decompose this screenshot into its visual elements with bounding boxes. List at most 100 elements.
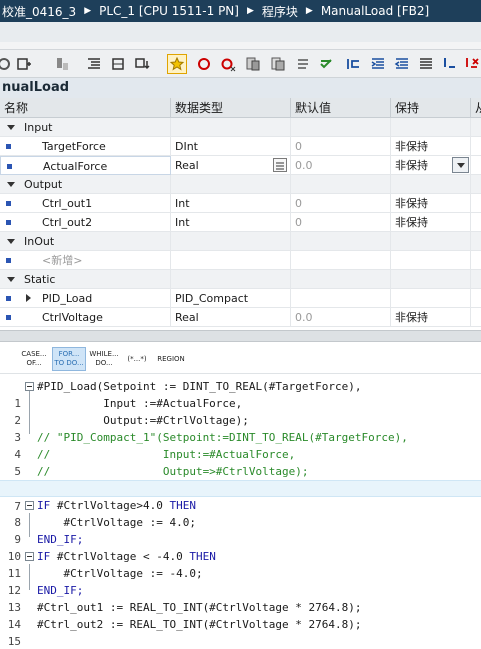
code-line[interactable]: 5 // Input:=#ActualForce, [0,446,481,478]
default-value-cell[interactable]: 0 [291,213,391,232]
code-line-current[interactable]: 7 [0,480,481,513]
breadcrumb-block[interactable]: ManualLoad [FB2] [319,4,431,18]
data-type-cell[interactable]: Real [171,308,291,327]
fold-box-icon[interactable] [25,382,34,391]
table-row-ctrl-out2[interactable]: Ctrl_out2 Int 0 非保持 [0,213,481,232]
for-to-do-button[interactable]: FOR... TO DO... [52,347,86,371]
comment-out-icon[interactable] [440,54,460,74]
table-row-actualforce[interactable]: ActualForce Real 0.0 非保持 [0,156,481,175]
data-type-cell[interactable]: Int [171,213,291,232]
column-header-data-type[interactable]: 数据类型 [171,98,291,118]
insert-row-icon[interactable] [108,54,128,74]
table-row-pid-load[interactable]: PID_Load PID_Compact [0,289,481,308]
name-cell[interactable]: <新增> [0,251,171,270]
code-line[interactable]: 8 IF #CtrlVoltage>4.0 THEN [0,497,481,529]
ellipsis-icon[interactable] [273,158,287,172]
add-breakpoint-icon[interactable] [194,54,214,74]
default-value-cell[interactable]: 0 [291,137,391,156]
table-row-add-new[interactable]: <新增> [0,251,481,270]
fold-box-icon[interactable] [25,501,34,510]
insert-network-icon[interactable] [14,54,34,74]
data-type-cell[interactable]: Int [171,194,291,213]
code-line[interactable]: 11 IF #CtrlVoltage < -4.0 THEN [0,548,481,580]
list-check-icon[interactable] [294,54,314,74]
code-line[interactable]: 12 #CtrlVoltage := -4.0; [0,565,481,597]
fold-box-icon[interactable] [25,552,34,561]
region-button[interactable]: REGION [154,347,188,371]
code-line[interactable]: 16 [0,633,481,649]
code-line[interactable]: 9 #CtrlVoltage := 4.0; [0,514,481,546]
copy-icon[interactable] [268,54,288,74]
code-line[interactable]: 15 #Ctrl_out2 := REAL_TO_INT(#CtrlVoltag… [0,616,481,648]
name-cell[interactable]: Ctrl_out2 [0,213,171,232]
compare-icon[interactable] [243,54,263,74]
data-type-cell[interactable]: DInt [171,137,291,156]
collapse-icon[interactable] [7,277,15,282]
column-header-default-value[interactable]: 默认值 [291,98,391,118]
indent-list-icon[interactable] [84,54,104,74]
retain-cell[interactable]: 非保持 [391,308,471,327]
breadcrumb-program-blocks[interactable]: 程序块 [260,3,300,20]
dropdown-icon[interactable] [452,157,469,173]
favorite-instruction-icon[interactable] [167,54,187,74]
expand-icon[interactable] [26,294,31,302]
collapse-icon[interactable] [7,125,15,130]
go-to-start-icon[interactable] [343,54,363,74]
empty-cell [291,270,391,289]
indent-icon[interactable] [368,54,388,74]
section-row-inout[interactable]: InOut [0,232,481,251]
code-line[interactable]: 14 #Ctrl_out1 := REAL_TO_INT(#CtrlVoltag… [0,599,481,631]
data-type-cell[interactable]: Real [171,156,291,175]
table-row-targetforce[interactable]: TargetForce DInt 0 非保持 [0,137,481,156]
variable-name: PID_Load [42,292,93,305]
data-type-cell[interactable]: PID_Compact [171,289,291,308]
retain-cell[interactable]: 非保持 [391,213,471,232]
column-header-name[interactable]: 名称 [0,98,171,118]
section-row-output[interactable]: Output [0,175,481,194]
variable-name: CtrlVoltage [42,311,103,324]
code-line[interactable]: 4 // "PID_Compact_1"(Setpoint:=DINT_TO_R… [0,429,481,461]
code-line[interactable]: 6 // Output=>#CtrlVoltage); [0,463,481,495]
code-line[interactable]: 13 END_IF; [0,582,481,614]
name-cell[interactable]: ActualForce [0,156,171,175]
code-line[interactable]: 10 END_IF; [0,531,481,563]
code-text: Output:=#CtrlVoltage); [37,414,249,427]
collapse-icon[interactable] [7,182,15,187]
name-cell[interactable]: PID_Load [0,289,171,308]
name-cell[interactable]: CtrlVoltage [0,308,171,327]
outdent-icon[interactable] [392,54,412,74]
name-cell[interactable]: Ctrl_out1 [0,194,171,213]
retain-cell[interactable]: 非保持 [391,194,471,213]
breadcrumb-project[interactable]: 校准_0416_3 [0,3,78,20]
check-icon[interactable] [316,54,336,74]
table-row-ctrl-out1[interactable]: Ctrl_out1 Int 0 非保持 [0,194,481,213]
retain-cell[interactable]: 非保持 [391,137,471,156]
uncomment-icon[interactable] [462,54,481,74]
code-line[interactable]: 2 Input :=#ActualForce, [0,395,481,427]
comment-block-button[interactable]: (*...*) [123,347,151,371]
table-row-ctrlvoltage[interactable]: CtrlVoltage Real 0.0 非保持 [0,308,481,327]
monitor-icon[interactable] [52,54,72,74]
while-do-button[interactable]: WHILE... DO... [88,347,120,371]
pane-splitter[interactable] [0,330,481,342]
delete-breakpoint-icon[interactable] [218,54,238,74]
settings-icon[interactable] [0,54,14,74]
case-of-button[interactable]: CASE... OF... [18,347,50,371]
code-line[interactable]: 1 #PID_Load(Setpoint := DINT_TO_REAL(#Ta… [0,378,481,410]
section-row-static[interactable]: Static [0,270,481,289]
column-header-retain[interactable]: 保持 [391,98,471,118]
section-row-input[interactable]: Input [0,118,481,137]
editor-header-strip [0,22,481,42]
download-block-icon[interactable] [132,54,152,74]
default-value-cell[interactable]: 0.0 [291,156,391,175]
section-label: InOut [24,235,55,248]
default-value-cell[interactable]: 0 [291,194,391,213]
align-icon[interactable] [416,54,436,74]
breadcrumb-plc[interactable]: PLC_1 [CPU 1511-1 PN] [97,4,241,18]
scl-code-editor[interactable]: 1 #PID_Load(Setpoint := DINT_TO_REAL(#Ta… [0,376,481,649]
collapse-icon[interactable] [7,239,15,244]
empty-cell [391,251,471,270]
name-cell[interactable]: TargetForce [0,137,171,156]
code-line[interactable]: 3 Output:=#CtrlVoltage); [0,412,481,444]
default-value-cell[interactable]: 0.0 [291,308,391,327]
